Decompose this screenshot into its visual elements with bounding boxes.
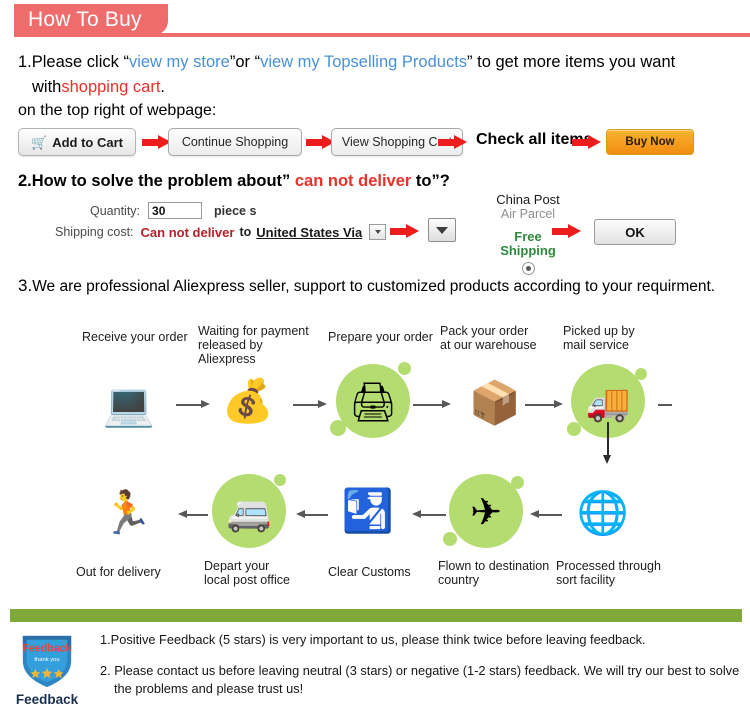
feedback-note-2-line-b: the problems and please trust us!: [114, 681, 304, 696]
flow-connector-stub: [658, 404, 672, 406]
footer-divider-bar: [10, 609, 742, 622]
add-to-cart-label: Add to Cart: [52, 134, 123, 150]
page-header: How To Buy: [0, 4, 750, 38]
person-at-computer-icon: 💻: [102, 381, 156, 428]
continue-shopping-button[interactable]: Continue Shopping: [168, 128, 302, 156]
arrow-right-icon-5: [390, 224, 420, 238]
instruction-2: 2.How to solve the problem about” can no…: [18, 170, 450, 192]
quantity-label: Quantity:: [90, 203, 141, 218]
instruction-1-after: ” to get more items you want: [467, 53, 676, 71]
instruction-1-before: Please click “: [31, 53, 129, 71]
quantity-input[interactable]: [148, 202, 203, 219]
flow-arrow-4: [525, 400, 563, 409]
flow-arrow-7: [412, 510, 446, 519]
feedback-badge-caption: Feedback: [15, 692, 79, 707]
flow-arrow-2: [293, 400, 327, 409]
flow-label-clear-customs: Clear Customs: [328, 565, 411, 579]
flow-node-clear-customs: 🛂: [325, 468, 411, 554]
quantity-row: Quantity: piece s: [90, 202, 256, 219]
instruction-1: 1.Please click “view my store”or “view m…: [18, 50, 734, 100]
shipping-cost-row: Shipping cost: Can not deliver to United…: [55, 224, 387, 240]
flow-label-depart-local-post-office: Depart your local post office: [204, 559, 290, 587]
flow-node-processed-through-sort-facility: 🌐: [560, 470, 646, 556]
flow-label-picked-up-by-mail-service: Picked up by mail service: [563, 324, 635, 352]
svg-text:thank you: thank you: [34, 657, 59, 663]
instruction-1-subline: on the top right of webpage:: [18, 102, 217, 119]
feedback-badge: Feedback thank you Feedback: [8, 632, 86, 707]
ok-button[interactable]: OK: [594, 219, 676, 245]
arrow-right-icon-4: [572, 135, 602, 149]
free-shipping-line2: Shipping: [500, 243, 556, 258]
flow-label-prepare-your-order: Prepare your order: [328, 330, 433, 344]
buy-now-label: Buy Now: [625, 136, 675, 148]
instruction-1-shopping-cart: shopping cart: [61, 78, 161, 96]
flow-node-out-for-delivery: 🏃: [84, 470, 170, 556]
shipping-to-label: to: [239, 225, 252, 239]
flow-label-receive-your-order: Receive your order: [82, 330, 188, 344]
flow-arrow-down: [603, 422, 612, 464]
header-tab: How To Buy: [14, 4, 168, 35]
order-process-flow: Receive your order Waiting for payment re…: [0, 312, 750, 592]
shipping-status: Can not deliver: [140, 224, 235, 240]
global-mail-sorting-icon: 🌐: [576, 489, 630, 536]
flow-arrow-6: [296, 510, 328, 519]
shipping-method-dropdown[interactable]: [428, 218, 456, 242]
instruction-2-after: to”?: [411, 172, 450, 190]
airplane-icon: ✈: [470, 492, 502, 534]
instruction-1-number: 1.: [18, 53, 32, 71]
instruction-2-before: How to solve the problem about”: [31, 172, 295, 190]
instruction-1-line2-before: with: [32, 78, 62, 96]
delivery-courier-running-icon: 🏃: [100, 489, 154, 536]
chevron-down-icon-large: [436, 226, 448, 234]
arrow-right-icon-3: [438, 135, 468, 149]
flow-node-waiting-for-payment: 💰: [205, 358, 291, 444]
post-carrier-name: China Post: [496, 192, 560, 207]
instruction-3: 3.We are professional Aliexpress seller,…: [18, 276, 715, 297]
flow-label-flown-to-destination: Flown to destination country: [438, 559, 550, 587]
post-carrier-service: Air Parcel: [500, 207, 556, 221]
flow-arrow-8: [530, 510, 562, 519]
chevron-down-icon-small[interactable]: [369, 224, 387, 240]
ok-button-label: OK: [625, 224, 645, 240]
feedback-note-1: 1.Positive Feedback (5 stars) is very im…: [100, 632, 646, 647]
shipping-country-select[interactable]: United States Via: [256, 225, 362, 240]
flow-arrow-5: [178, 510, 208, 519]
add-to-cart-button[interactable]: 🛒 Add to Cart: [18, 128, 136, 156]
flow-node-prepare-your-order: 🖨: [330, 360, 416, 446]
flow-node-depart-local-post-office: 🚐: [206, 470, 292, 556]
page-title: How To Buy: [28, 8, 142, 31]
continue-shopping-label: Continue Shopping: [181, 135, 289, 149]
flow-node-flown-to-destination: ✈: [443, 470, 529, 556]
feedback-note-2: 2. Please contact us before leaving neut…: [100, 662, 740, 698]
cart-icon: 🛒: [31, 134, 48, 150]
shipping-method-radio[interactable]: [521, 262, 535, 275]
quantity-unit: piece s: [214, 203, 257, 218]
flow-node-receive-your-order: 💻: [86, 362, 172, 448]
svg-text:Feedback: Feedback: [22, 642, 71, 654]
view-shopping-cart-label: View Shopping Cart: [341, 135, 453, 149]
instruction-3-number: 3.: [18, 276, 33, 295]
link-view-my-topselling-products[interactable]: view my Topselling Products: [260, 53, 467, 71]
printer-icon: 🖨: [348, 382, 398, 424]
feedback-note-2-line-a: 2. Please contact us before leaving neut…: [100, 663, 740, 678]
flow-arrow-1: [176, 400, 210, 409]
flow-label-processed-through-sort-facility: Processed through sort facility: [556, 559, 661, 587]
instruction-2-number: 2.: [18, 172, 32, 190]
flow-label-pack-your-order: Pack your order at our warehouse: [440, 324, 537, 352]
instruction-3-text: We are professional Aliexpress seller, s…: [32, 278, 716, 295]
checkout-button-strip: 🛒 Add to Cart Continue Shopping View Sho…: [18, 128, 734, 160]
delivery-van-icon: 🚐: [226, 492, 272, 533]
money-bag-icon: 💰: [221, 377, 275, 424]
instruction-1-line2-after: .: [160, 78, 166, 96]
shipping-cost-label: Shipping cost:: [55, 225, 134, 239]
buy-now-button[interactable]: Buy Now: [606, 129, 694, 155]
arrow-right-icon-6: [552, 224, 582, 238]
customs-officer-icon: 🛂: [341, 487, 395, 534]
instruction-2-highlight: can not deliver: [294, 172, 412, 190]
flow-arrow-3: [413, 400, 451, 409]
link-view-my-store[interactable]: view my store: [129, 53, 230, 71]
instruction-1-mid: ”or “: [229, 53, 261, 71]
feedback-shield-icon: Feedback thank you: [22, 635, 72, 688]
flow-label-out-for-delivery: Out for delivery: [76, 565, 161, 579]
